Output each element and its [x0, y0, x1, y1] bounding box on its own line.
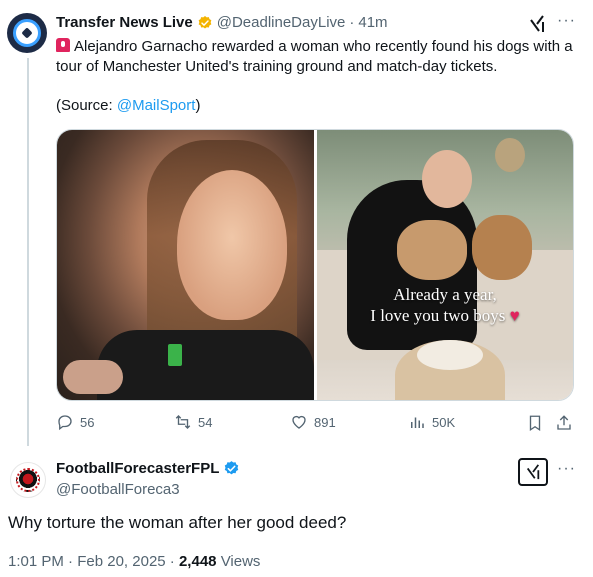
tweet1-text-block: Alejandro Garnacho rewarded a woman who …: [56, 37, 576, 77]
tweet2-more-button[interactable]: ···: [557, 460, 576, 478]
source-suffix: ): [195, 97, 201, 114]
grok-icon[interactable]: [528, 14, 546, 34]
tweet2-handle[interactable]: @FootballForeca3: [56, 481, 180, 498]
tweet2-text: Why torture the woman after her good dee…: [8, 513, 347, 532]
tweet1-handle[interactable]: @DeadlineDayLive: [217, 14, 346, 31]
tweet1-source: (Source: @MailSport): [56, 97, 200, 114]
tweet2-display-name[interactable]: FootballForecasterFPL: [56, 460, 219, 477]
views-button[interactable]: 50K: [408, 413, 455, 431]
tweet2-time[interactable]: 1:01 PM: [8, 553, 64, 570]
heart-icon: ♥: [509, 306, 520, 325]
reply-count: 56: [80, 414, 95, 430]
repost-button[interactable]: 54: [174, 413, 212, 431]
like-button[interactable]: 891: [290, 413, 336, 431]
tweet1-separator: ·: [349, 14, 355, 31]
avatar-transfer-news-live[interactable]: [7, 13, 47, 53]
reply-button[interactable]: 56: [56, 413, 94, 431]
image-caption-line2: I love you two boys: [370, 306, 506, 325]
media-photo-woman[interactable]: [57, 130, 314, 400]
tweet1-timestamp[interactable]: 41m: [358, 14, 387, 31]
tweet2-views-count: 2,448: [178, 553, 217, 570]
tweet1-more-button[interactable]: ···: [557, 12, 576, 30]
source-link[interactable]: @MailSport: [117, 97, 196, 114]
tweet2-meta: 1:01 PM · Feb 20, 2025 · 2,448 Views: [8, 553, 260, 570]
grok-button[interactable]: [518, 458, 548, 486]
tweet2-name-row: FootballForecasterFPL: [56, 460, 240, 477]
bookmark-icon[interactable]: [526, 414, 544, 432]
like-icon: [292, 415, 306, 429]
views-count: 50K: [432, 414, 456, 430]
siren-icon: [56, 38, 70, 52]
media-photo-man-with-dogs[interactable]: Already a year, I love you two boys ♥: [317, 130, 573, 400]
tweet1-header: Transfer News Live @DeadlineDayLive · 41…: [56, 14, 388, 31]
tweet2-separator-2: ·: [169, 553, 175, 570]
avatar-footballforecasterfpl[interactable]: [10, 462, 46, 498]
image-caption-line1: Already a year,: [393, 285, 497, 304]
tweet1-display-name[interactable]: Transfer News Live: [56, 14, 193, 31]
repost-icon: [175, 415, 191, 429]
tweet1-media-grid: Already a year, I love you two boys ♥: [56, 129, 574, 401]
thread-connector-line: [27, 58, 29, 446]
share-icon[interactable]: [555, 414, 573, 432]
verified-blue-icon: [225, 461, 239, 475]
reply-icon: [58, 415, 72, 431]
image-caption: Already a year, I love you two boys ♥: [317, 284, 573, 326]
repost-count: 54: [198, 414, 213, 430]
views-icon: [411, 417, 424, 428]
verified-gold-icon: [198, 15, 212, 29]
tweet2-views-label: Views: [220, 553, 261, 570]
source-prefix: (Source:: [56, 97, 117, 114]
tweet1-text: Alejandro Garnacho rewarded a woman who …: [56, 38, 573, 75]
grok-icon: [526, 464, 540, 480]
like-count: 891: [314, 414, 336, 430]
tweet2-date[interactable]: Feb 20, 2025: [77, 553, 165, 570]
tweet2-separator: ·: [68, 553, 74, 570]
tweet1-action-bar: 56 54 891 50K: [56, 413, 574, 435]
